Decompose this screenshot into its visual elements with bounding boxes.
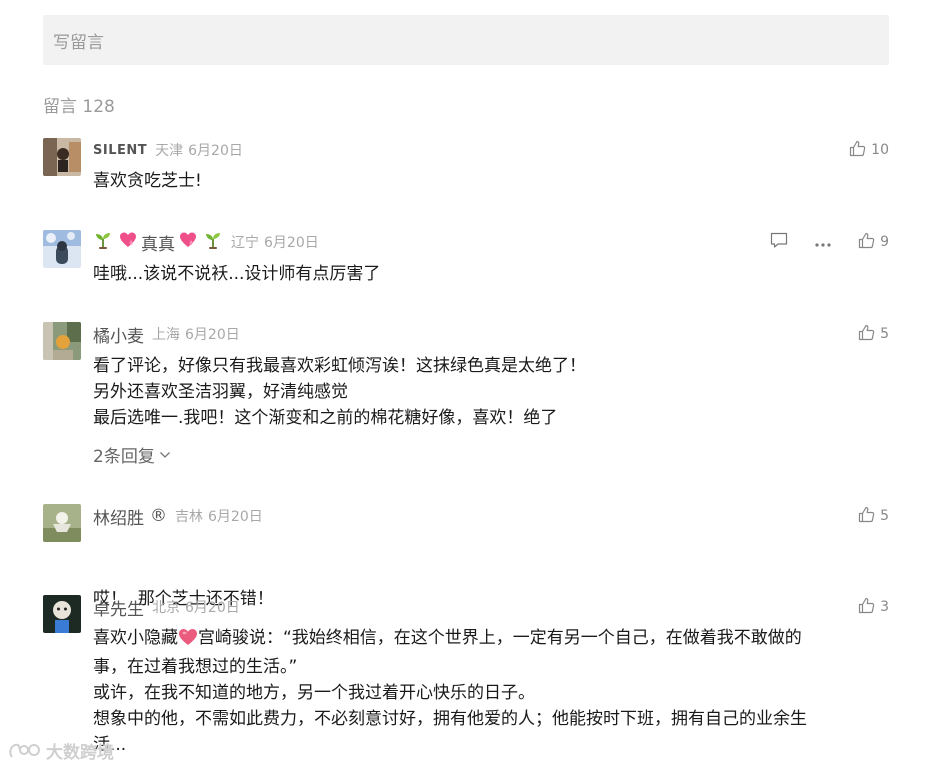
comment-actions: 3 [858,595,889,619]
region: 吉林 [175,509,203,525]
nickname[interactable]: 真真 [141,230,175,255]
watermark-logo-icon [8,741,42,761]
like-count: 9 [880,234,889,250]
comment-count: 留言 128 [43,97,115,117]
comment-header: 橘小麦 上海 6月20日 [93,322,240,347]
comment-header: 卓先生 北京 6月20日 [93,595,240,620]
avatar[interactable] [43,138,81,176]
reply-button[interactable] [770,232,788,253]
comment-actions: 9 [770,230,889,254]
comment-item: 林绍胜 ® 吉林 6月20日 5 哎！ 那个芝士还不错！ [43,504,889,609]
comment-item: 卓先生 北京 6月20日 3 喜欢小隐藏 宫崎骏说：“我始终相信，在这个世界上，一定… [43,595,889,765]
view-replies-button[interactable]: 2条回复 [93,442,171,467]
region: 北京 [152,600,180,616]
like-count: 5 [880,326,889,342]
nickname[interactable]: 林绍胜 [93,504,144,529]
comment-actions: 5 [858,322,889,346]
write-comment-placeholder: 写留言 [53,32,104,53]
region: 辽宁 [231,235,259,251]
thumb-up-icon [858,232,875,253]
comment-line: 最后选唯一.我吧！这个渐变和之前的棉花糖好像，喜欢！绝了 [93,408,558,428]
comment-text: 看了评论，好像只有我最喜欢彩虹倾泻诶！这抹绿色真是太绝了！ 另外还喜欢圣洁羽翼，… [93,353,883,431]
date: 6月20日 [208,509,263,525]
nickname[interactable]: 卓先生 [93,595,144,620]
like-button[interactable]: 3 [858,597,889,618]
thumb-up-icon [858,506,875,527]
watermark-text: 大数跨境 [46,743,114,763]
comment-item: SILENT 天津 6月20日 10 喜欢贪吃芝士! [43,138,889,198]
like-button[interactable]: 5 [858,506,889,527]
comment-line: 喜欢小隐藏 宫崎骏说：“我始终相信，在这个世界上，一定有另一个自己，在做着我不敢做… [93,625,883,654]
comment-text: 喜欢贪吃芝士! [93,168,883,194]
comment-line: 另外还喜欢圣洁羽翼，好清纯感觉 [93,382,348,402]
date: 6月20日 [188,143,243,159]
comment-text: 哇哦...该说不说袄...设计师有点厉害了 [93,261,883,287]
date: 6月20日 [264,235,319,251]
avatar[interactable] [43,322,81,360]
comment-meta: 辽宁 6月20日 [231,232,319,252]
comment-line: 或许，在我不知道的地方，另一个我过着开心快乐的日子。 [93,683,535,703]
comment-meta: 上海 6月20日 [152,324,240,344]
sprout-icon [93,230,113,254]
write-comment-input[interactable]: 写留言 [43,15,889,65]
comment-meta: 吉林 6月20日 [175,506,263,526]
watermark: 大数跨境 [8,738,114,763]
thumb-up-icon [858,597,875,618]
comment-item: 真真 辽宁 6月20日 9 哇哦...该说不说袄...设计师有点厉害了 [43,230,889,290]
like-button[interactable]: 5 [858,324,889,345]
comment-line-part: 宫崎骏说：“我始终相信，在这个世界上，一定有另一个自己，在做着我不敢做的 [198,628,802,648]
heart-icon [178,628,198,654]
nickname[interactable]: SILENT [93,143,147,158]
avatar[interactable] [43,230,81,268]
comment-meta: 北京 6月20日 [152,597,240,617]
comment-line: 活... [93,735,127,755]
heart-icon [179,231,197,253]
comment-line: 事，在过着我想过的生活。” [93,657,298,677]
more-icon [814,233,832,252]
avatar[interactable] [43,504,81,542]
nickname[interactable]: 橘小麦 [93,322,144,347]
date: 6月20日 [185,600,240,616]
comment-icon [770,232,788,253]
comment-text: 喜欢小隐藏 宫崎骏说：“我始终相信，在这个世界上，一定有另一个自己，在做着我不敢做… [93,625,883,758]
comment-actions: 10 [849,138,889,162]
avatar[interactable] [43,595,81,633]
registered-mark: ® [150,506,167,526]
like-button[interactable]: 9 [858,232,889,253]
heart-icon [119,231,137,253]
like-count: 3 [880,599,889,615]
chevron-down-icon [159,451,171,459]
comment-actions: 5 [858,504,889,528]
comment-item: 橘小麦 上海 6月20日 5 看了评论，好像只有我最喜欢彩虹倾泻诶！这抹绿色真是太… [43,322,889,472]
thumb-up-icon [849,140,866,161]
like-count: 10 [871,142,889,158]
thumb-up-icon [858,324,875,345]
comment-header: 真真 辽宁 6月20日 [93,230,319,255]
region: 天津 [155,143,184,159]
date: 6月20日 [185,327,240,343]
more-button[interactable] [814,233,832,252]
like-count: 5 [880,508,889,524]
comment-line: 喜欢贪吃芝士! [93,171,202,191]
comment-header: 林绍胜 ® 吉林 6月20日 [93,504,263,529]
comment-header: SILENT 天津 6月20日 [93,138,243,162]
like-button[interactable]: 10 [849,140,889,161]
comment-line: 想象中的他，不需如此费力，不必刻意讨好，拥有他爱的人；他能按时下班，拥有自己的业… [93,709,807,729]
comment-meta: 天津 6月20日 [155,140,243,160]
comment-line-part: 喜欢小隐藏 [93,628,178,648]
region: 上海 [152,327,180,343]
comment-line: 哇哦...该说不说袄...设计师有点厉害了 [93,264,381,284]
comment-line: 看了评论，好像只有我最喜欢彩虹倾泻诶！这抹绿色真是太绝了！ [93,356,586,376]
sprout-icon [203,230,223,254]
replies-label: 2条回复 [93,447,155,467]
